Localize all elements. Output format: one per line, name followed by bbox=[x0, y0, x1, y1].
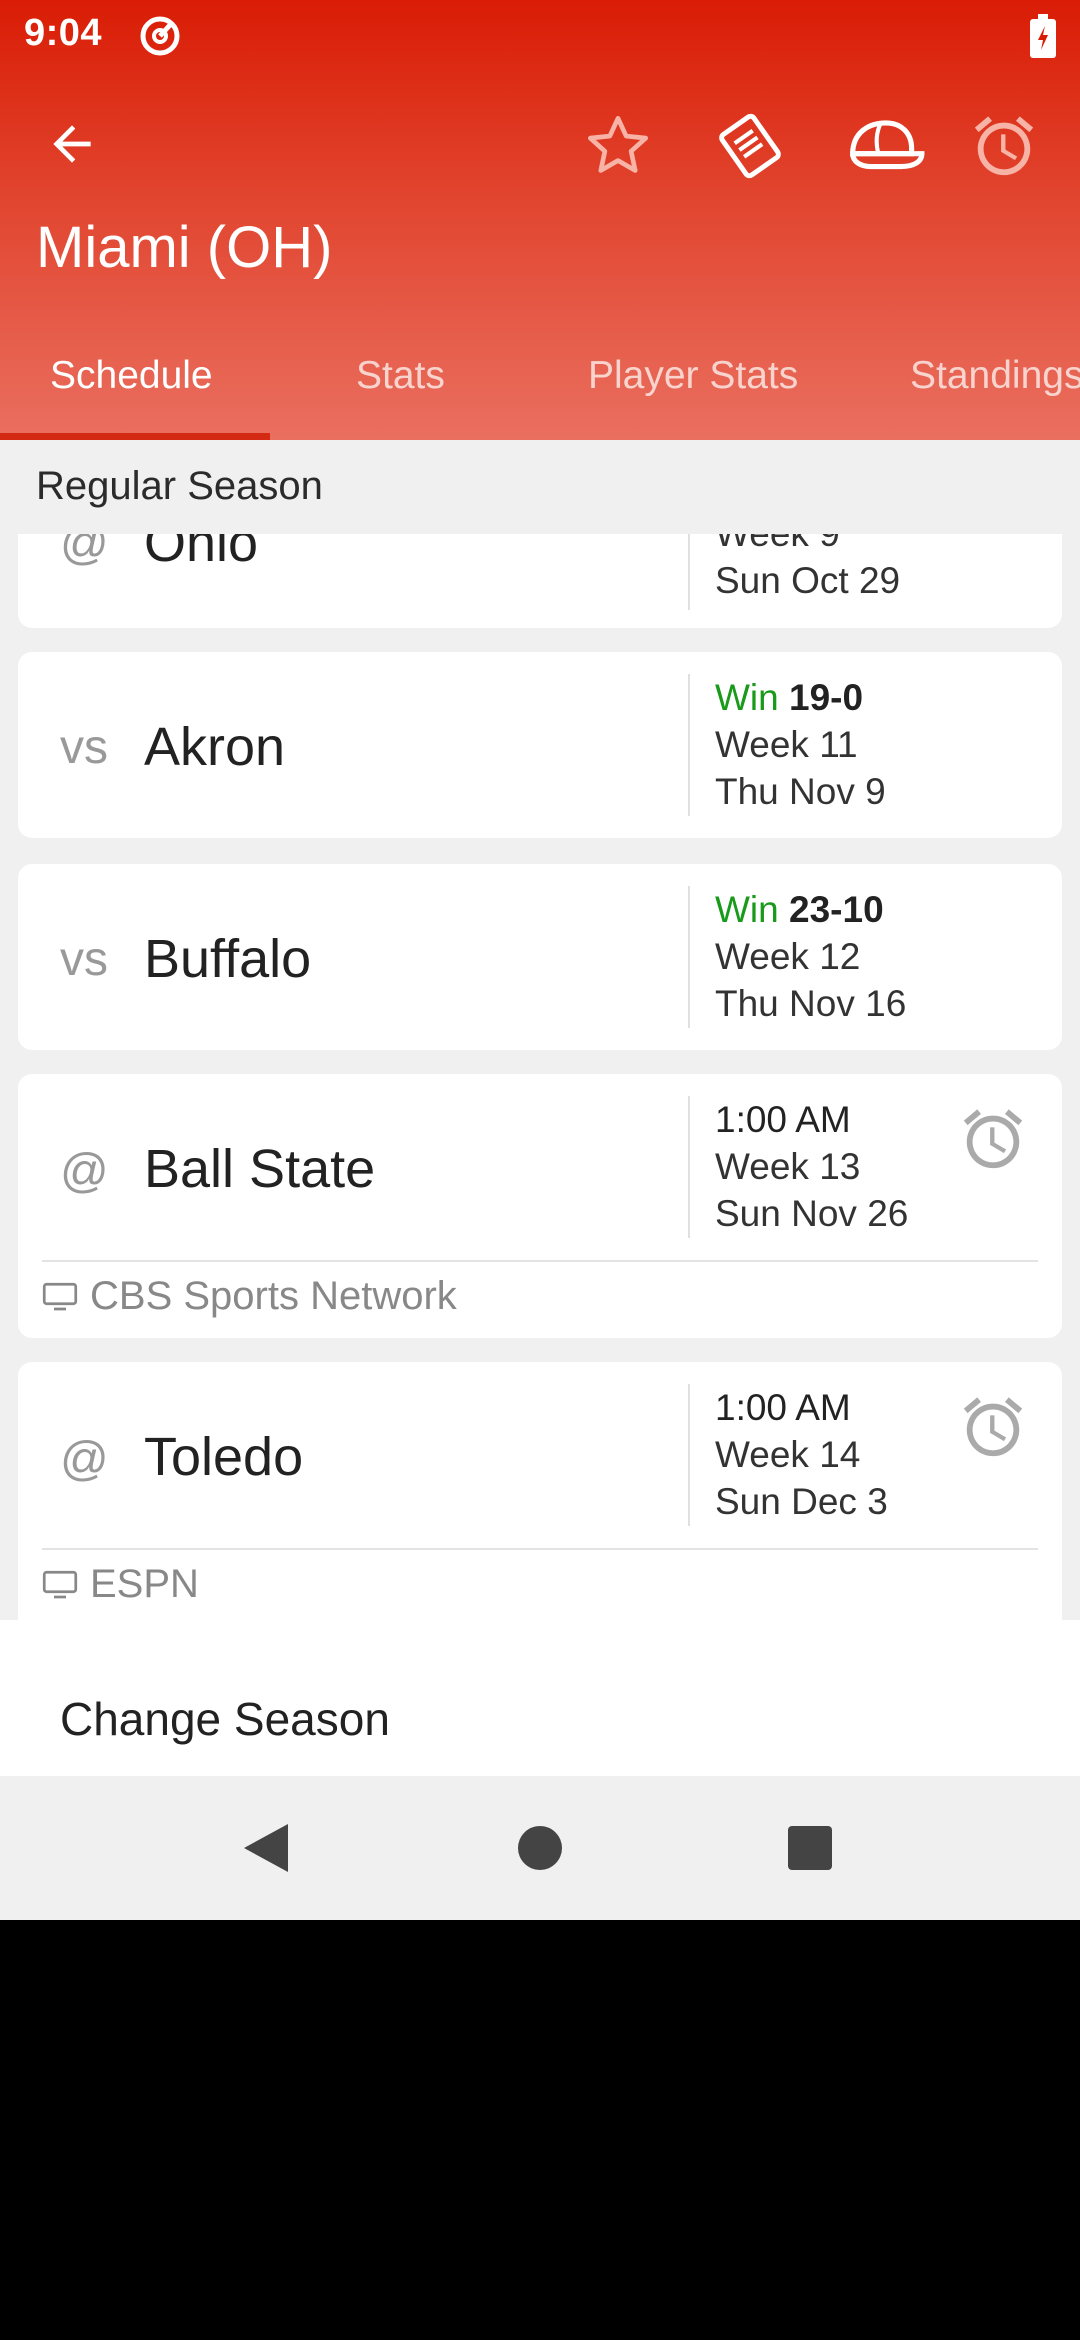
bottom-sheet-label[interactable]: Change Season bbox=[60, 1692, 390, 1746]
game-week: Week 9 bbox=[715, 534, 900, 557]
card-divider bbox=[688, 886, 690, 1028]
schedule-list[interactable]: @ Ohio Week 9 Sun Oct 29 vs Akron Win 19… bbox=[0, 534, 1080, 1620]
game-date: Sun Nov 26 bbox=[715, 1193, 909, 1234]
tickets-button[interactable] bbox=[714, 110, 786, 182]
tv-network: CBS Sports Network bbox=[42, 1274, 457, 1319]
tab-player-stats[interactable]: Player Stats bbox=[588, 354, 798, 398]
tab-indicator bbox=[0, 433, 270, 440]
card-divider bbox=[42, 1260, 1038, 1262]
home-away-label: @ bbox=[60, 1145, 109, 1198]
game-date: Thu Nov 9 bbox=[715, 771, 886, 812]
team-gear-button[interactable] bbox=[842, 110, 930, 182]
notification-app-icon bbox=[140, 16, 180, 56]
game-date: Sun Oct 29 bbox=[715, 560, 901, 601]
circle-home-icon bbox=[518, 1826, 562, 1870]
game-time: 1:00 AM bbox=[715, 1099, 851, 1140]
game-week: Week 11 bbox=[715, 724, 858, 765]
opponent-name: Akron bbox=[144, 717, 286, 777]
section-label: Regular Season bbox=[36, 464, 323, 508]
triangle-back-icon bbox=[244, 1824, 288, 1872]
tv-icon bbox=[42, 1570, 78, 1598]
game-info: Win 23-10 Week 12 Thu Nov 16 bbox=[715, 886, 906, 1027]
card-divider bbox=[688, 674, 690, 816]
game-info: 1:00 AM Week 14 Sun Dec 3 bbox=[715, 1384, 888, 1525]
game-card-toledo[interactable]: @ Toledo 1:00 AM Week 14 Sun Dec 3 ESPN bbox=[18, 1362, 1062, 1620]
tv-network-label: CBS Sports Network bbox=[90, 1274, 457, 1318]
alarm-icon bbox=[974, 116, 1034, 176]
game-result: Win 23-10 bbox=[715, 886, 906, 933]
section-header: Regular Season bbox=[0, 440, 1080, 534]
result-label: Win bbox=[715, 889, 779, 930]
nav-back-button[interactable] bbox=[226, 1808, 306, 1888]
opponent-name: Ohio bbox=[144, 534, 259, 573]
game-date: Thu Nov 16 bbox=[715, 983, 907, 1024]
tab-stats[interactable]: Stats bbox=[356, 354, 445, 398]
game-card-buffalo[interactable]: vs Buffalo Win 23-10 Week 12 Thu Nov 16 bbox=[18, 864, 1062, 1050]
system-nav-bar bbox=[0, 1776, 1080, 1920]
nav-recents-button[interactable] bbox=[770, 1808, 850, 1888]
tickets-icon bbox=[719, 113, 781, 179]
result-label: Win bbox=[715, 677, 779, 718]
game-card-ohio[interactable]: @ Ohio Week 9 Sun Oct 29 bbox=[18, 534, 1062, 628]
opponent-name: Ball State bbox=[144, 1139, 376, 1199]
game-week: Week 12 bbox=[715, 936, 861, 977]
home-away-label: vs bbox=[60, 721, 108, 774]
tab-bar: Schedule Stats Player Stats Standings bbox=[0, 340, 1080, 440]
back-button[interactable] bbox=[40, 112, 104, 176]
battery-charging-icon bbox=[1030, 14, 1056, 58]
nav-home-button[interactable] bbox=[500, 1808, 580, 1888]
status-time: 9:04 bbox=[24, 12, 103, 54]
game-info: Week 9 Sun Oct 29 bbox=[715, 534, 900, 604]
square-recents-icon bbox=[788, 1826, 832, 1870]
bottom-sheet[interactable]: Change Season bbox=[0, 1620, 1080, 1776]
tv-icon bbox=[42, 1282, 78, 1310]
result-score: 19-0 bbox=[789, 677, 864, 718]
card-divider bbox=[688, 1096, 690, 1238]
game-time: 1:00 AM bbox=[715, 1387, 851, 1428]
tab-standings[interactable]: Standings bbox=[910, 354, 1080, 398]
app-bar bbox=[0, 96, 1080, 192]
team-title: Miami (OH) bbox=[36, 215, 333, 280]
home-away-label: vs bbox=[60, 933, 108, 986]
card-divider bbox=[688, 1384, 690, 1526]
alarm-button[interactable] bbox=[968, 110, 1040, 182]
status-bar: 9:04 bbox=[0, 0, 1080, 72]
alarm-icon[interactable] bbox=[958, 1104, 1028, 1174]
favorite-button[interactable] bbox=[582, 110, 654, 182]
game-info: 1:00 AM Week 13 Sun Nov 26 bbox=[715, 1096, 908, 1237]
card-divider bbox=[688, 534, 690, 610]
game-info: Win 19-0 Week 11 Thu Nov 9 bbox=[715, 674, 886, 815]
tv-network-label: ESPN bbox=[90, 1562, 199, 1606]
opponent-name: Buffalo bbox=[144, 929, 312, 989]
arrow-back-icon bbox=[53, 125, 91, 163]
app-header: 9:04 Miami (OH) Schedule Stats Player St… bbox=[0, 0, 1080, 440]
home-away-label: @ bbox=[60, 534, 109, 570]
game-week: Week 13 bbox=[715, 1146, 861, 1187]
game-card-ball-state[interactable]: @ Ball State 1:00 AM Week 13 Sun Nov 26 … bbox=[18, 1074, 1062, 1338]
game-week: Week 14 bbox=[715, 1434, 861, 1475]
star-icon bbox=[587, 115, 649, 173]
alarm-icon[interactable] bbox=[958, 1392, 1028, 1462]
tab-schedule[interactable]: Schedule bbox=[50, 354, 213, 398]
result-score: 23-10 bbox=[789, 889, 884, 930]
game-date: Sun Dec 3 bbox=[715, 1481, 888, 1522]
app-screen: 9:04 Miami (OH) Schedule Stats Player St… bbox=[0, 0, 1080, 1920]
game-result: Win 19-0 bbox=[715, 674, 886, 721]
opponent-name: Toledo bbox=[144, 1427, 304, 1487]
cap-icon bbox=[850, 120, 925, 170]
card-divider bbox=[42, 1548, 1038, 1550]
tv-network: ESPN bbox=[42, 1562, 199, 1607]
home-away-label: @ bbox=[60, 1433, 109, 1486]
game-card-akron[interactable]: vs Akron Win 19-0 Week 11 Thu Nov 9 bbox=[18, 652, 1062, 838]
